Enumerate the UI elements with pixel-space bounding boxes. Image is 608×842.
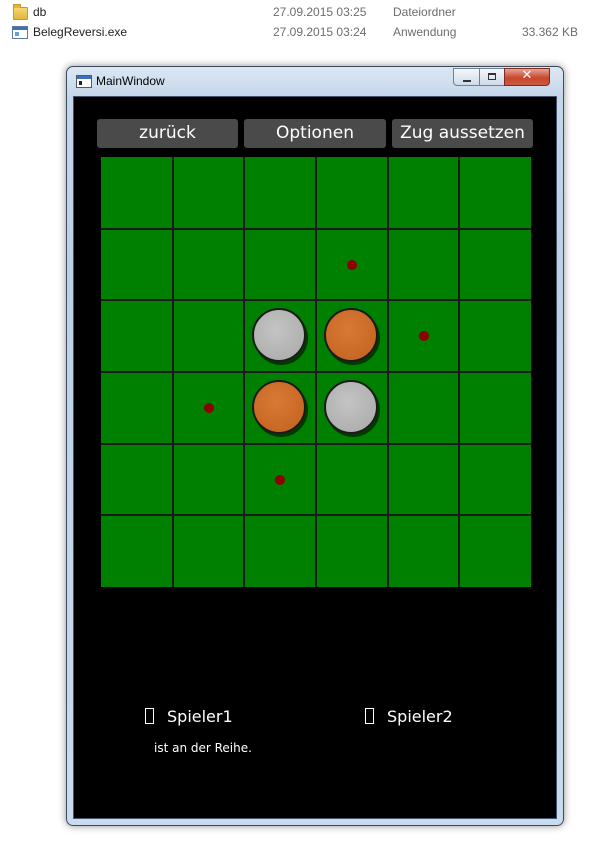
file-type: Anwendung — [393, 25, 457, 39]
player-marker-icon — [365, 708, 374, 724]
board-cell[interactable] — [101, 157, 173, 229]
player1-indicator: Spieler1 — [145, 707, 233, 726]
options-button[interactable]: Optionen — [244, 119, 386, 148]
board-cell[interactable] — [459, 157, 531, 229]
valid-move-dot[interactable] — [346, 259, 357, 270]
file-date: 27.09.2015 03:25 — [273, 5, 367, 19]
minimize-icon — [463, 80, 471, 82]
file-name: BelegReversi.exe — [33, 25, 128, 39]
valid-move-dot[interactable] — [203, 402, 214, 413]
main-window: MainWindow ✕ zurück Optionen Zug aussetz… — [66, 66, 564, 826]
app-icon — [76, 75, 92, 88]
close-icon: ✕ — [521, 68, 533, 83]
board-cell[interactable] — [459, 372, 531, 444]
white-piece — [252, 308, 307, 363]
file-name: db — [33, 5, 47, 19]
board-cell[interactable] — [316, 157, 388, 229]
file-date: 27.09.2015 03:24 — [273, 25, 367, 39]
file-row-belegreversi[interactable]: BelegReversi.exe 27.09.2015 03:24 Anwend… — [0, 22, 608, 42]
orange-piece — [252, 379, 307, 434]
grid-line — [101, 442, 531, 445]
turn-status: ist an der Reihe. — [154, 741, 252, 755]
white-piece — [323, 379, 378, 434]
valid-move-dot[interactable] — [275, 474, 286, 485]
back-button[interactable]: zurück — [97, 119, 238, 148]
skip-turn-button[interactable]: Zug aussetzen — [392, 119, 533, 148]
board-cell[interactable] — [459, 515, 531, 587]
title-bar[interactable]: MainWindow ✕ — [67, 67, 563, 95]
minimize-button[interactable] — [453, 68, 480, 86]
exe-icon — [12, 25, 28, 39]
board-cell[interactable] — [388, 444, 460, 516]
maximize-button[interactable] — [479, 68, 505, 86]
board-cell[interactable] — [244, 515, 316, 587]
grid-line — [101, 514, 531, 517]
board-cell[interactable] — [244, 229, 316, 301]
board-cell[interactable] — [101, 300, 173, 372]
board-cell[interactable] — [101, 229, 173, 301]
close-button[interactable]: ✕ — [504, 68, 550, 86]
player2-indicator: Spieler2 — [365, 707, 453, 726]
board-cell[interactable] — [316, 515, 388, 587]
board-cell[interactable] — [101, 515, 173, 587]
board-cell[interactable] — [173, 157, 245, 229]
board-cell[interactable] — [388, 515, 460, 587]
window-title: MainWindow — [96, 74, 165, 88]
reversi-board[interactable] — [101, 157, 531, 587]
board-cell[interactable] — [388, 372, 460, 444]
board-cell[interactable] — [173, 229, 245, 301]
board-cell[interactable] — [388, 157, 460, 229]
grid-line — [101, 227, 531, 230]
board-cell[interactable] — [459, 444, 531, 516]
file-size: 33.362 KB — [521, 25, 578, 39]
board-cell[interactable] — [459, 300, 531, 372]
orange-piece — [323, 308, 378, 363]
board-cell[interactable] — [173, 515, 245, 587]
board-cell[interactable] — [173, 444, 245, 516]
board-cell[interactable] — [316, 444, 388, 516]
maximize-icon — [488, 73, 496, 80]
player1-name: Spieler1 — [167, 707, 233, 726]
board-cell[interactable] — [244, 157, 316, 229]
board-cell[interactable] — [173, 300, 245, 372]
grid-line — [101, 371, 531, 373]
game-area: zurück Optionen Zug aussetzen Spieler1 S… — [73, 96, 557, 819]
folder-icon — [12, 4, 28, 20]
file-row-db[interactable]: db 27.09.2015 03:25 Dateiordner — [0, 2, 608, 22]
board-cell[interactable] — [101, 444, 173, 516]
board-cell[interactable] — [101, 372, 173, 444]
player-marker-icon — [145, 708, 154, 724]
board-cell[interactable] — [459, 229, 531, 301]
valid-move-dot[interactable] — [418, 331, 429, 342]
player2-name: Spieler2 — [387, 707, 453, 726]
board-cell[interactable] — [388, 229, 460, 301]
grid-line — [101, 299, 531, 302]
file-type: Dateiordner — [393, 5, 456, 19]
